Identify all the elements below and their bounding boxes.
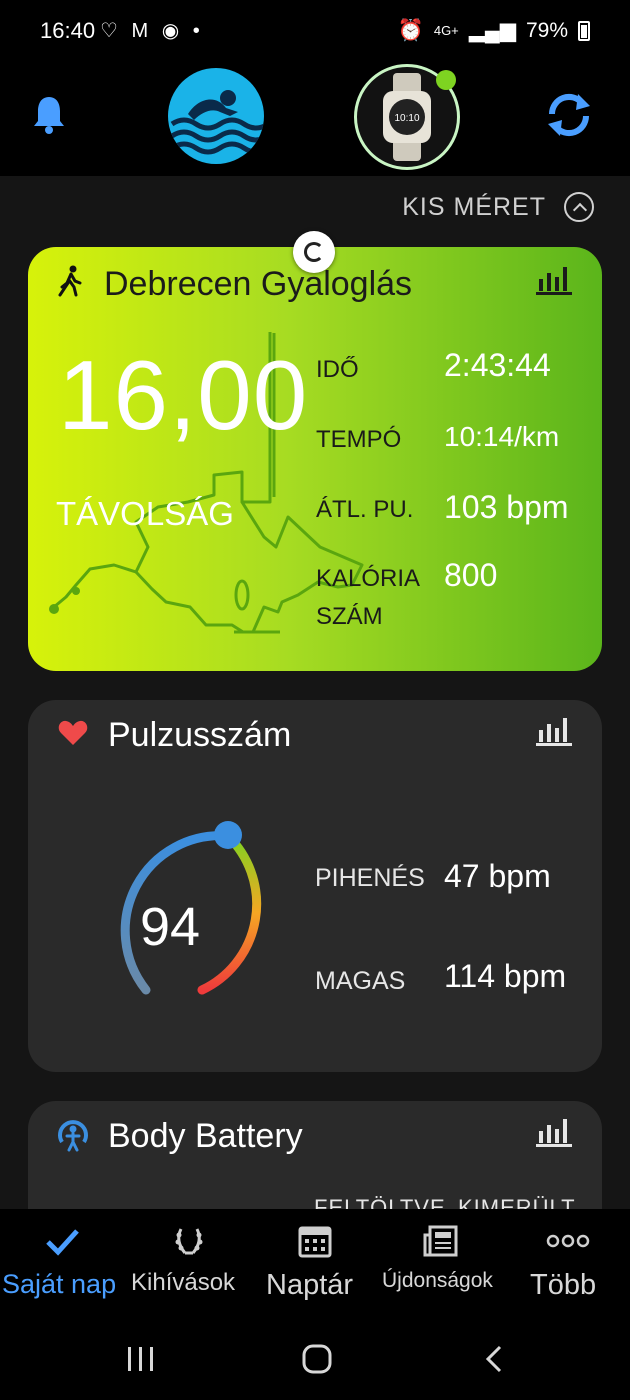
status-time: 16:40: [40, 18, 96, 43]
calendar-icon: [298, 1226, 332, 1258]
stat-label-calories-line2: SZÁM: [316, 603, 383, 630]
stat-value-time: 2:43:44: [444, 347, 551, 383]
drained-label: KIMERÜLT: [458, 1195, 576, 1209]
stat-label-pace: TEMPÓ: [316, 426, 402, 453]
swimmer-icon: [170, 90, 264, 155]
stat-label-calories: KALÓRIA: [316, 565, 421, 592]
distance-value: 16,00: [58, 340, 309, 450]
high-hr-value: 114 bpm: [444, 958, 567, 994]
notification-icons: ♡ M ◉ •: [100, 20, 204, 42]
bell-icon[interactable]: [32, 94, 66, 134]
distance-label: TÁVOLSÁG: [56, 495, 234, 532]
chart-icon[interactable]: [536, 716, 572, 746]
chart-icon[interactable]: [536, 265, 572, 295]
system-navigation-bar: [0, 1313, 630, 1400]
profile-avatar[interactable]: [168, 68, 264, 164]
high-hr-label: MAGAS: [315, 967, 406, 995]
network-label: 4G+: [433, 23, 459, 38]
stat-value-pace: 10:14/km: [444, 421, 560, 452]
stat-value-calories: 800: [444, 557, 498, 593]
route-map: [49, 332, 364, 634]
activity-card[interactable]: Debrecen Gyaloglás 16,00 TÁVOLSÁG IDŐ 2:…: [28, 247, 602, 671]
stat-label-avg-hr: ÁTL. PU.: [316, 496, 414, 523]
newspaper-icon: [423, 1225, 458, 1257]
sync-icon[interactable]: [544, 92, 594, 138]
current-heart-rate: 94: [140, 897, 201, 957]
bottom-navigation: Saját nap Kihívások Naptár Újdonságok Tö…: [0, 1209, 630, 1313]
chevron-up-icon: [564, 192, 594, 222]
size-toggle-label: KIS MÉRET: [402, 192, 546, 221]
activity-title: Debrecen Gyaloglás: [104, 265, 413, 303]
battery-percent: 79%: [525, 18, 568, 42]
check-icon: [46, 1229, 79, 1256]
heart-icon: [58, 720, 88, 745]
stat-label-time: IDŐ: [316, 356, 359, 383]
recent-apps-icon[interactable]: [126, 1345, 156, 1373]
nav-label-challenges: Kihívások: [131, 1269, 236, 1296]
svg-text:10:10: 10:10: [394, 113, 419, 124]
body-battery-icon: [58, 1120, 88, 1152]
nav-label-my-day: Saját nap: [2, 1269, 117, 1299]
home-icon[interactable]: [301, 1344, 333, 1374]
resting-hr-value: 47 bpm: [444, 858, 551, 894]
charged-label: FELTÖLTVE: [314, 1195, 446, 1209]
laurel-icon: [175, 1228, 203, 1255]
heart-rate-title: Pulzusszám: [108, 716, 292, 754]
walking-icon: [58, 265, 82, 297]
resting-hr-label: PIHENÉS: [315, 864, 425, 892]
signal-icon: ▂▄▆: [468, 19, 516, 42]
size-toggle[interactable]: KIS MÉRET: [402, 192, 594, 222]
more-dots-icon: [546, 1234, 590, 1248]
nav-label-calendar: Naptár: [266, 1269, 354, 1301]
status-right: ⏰ 4G+ ▂▄▆ 79%: [398, 18, 590, 43]
stat-value-avg-hr: 103 bpm: [444, 489, 569, 525]
heart-rate-card[interactable]: Pulzusszám 94 PIHENÉS 47 bpm MAGAS 114 b…: [28, 700, 602, 1072]
back-icon[interactable]: [482, 1344, 506, 1374]
app-top-bar: 10:10: [0, 62, 630, 176]
body-battery-title: Body Battery: [108, 1117, 303, 1155]
refresh-spinner: [293, 231, 335, 273]
connection-status-dot: [436, 70, 456, 90]
nav-label-more: Több: [530, 1269, 597, 1301]
nav-label-news: Újdonságok: [382, 1269, 493, 1292]
alarm-icon: ⏰: [397, 18, 424, 42]
status-bar: 16:40 ♡ M ◉ • ⏰ 4G+ ▂▄▆ 79%: [0, 0, 630, 62]
chart-icon[interactable]: [536, 1117, 572, 1147]
battery-icon: [578, 20, 590, 41]
body-battery-card[interactable]: Body Battery FELTÖLTVE KIMERÜLT: [28, 1101, 602, 1209]
main-content[interactable]: KIS MÉRET Debrecen Gyaloglás 16,00 TÁVOL…: [0, 176, 630, 1209]
